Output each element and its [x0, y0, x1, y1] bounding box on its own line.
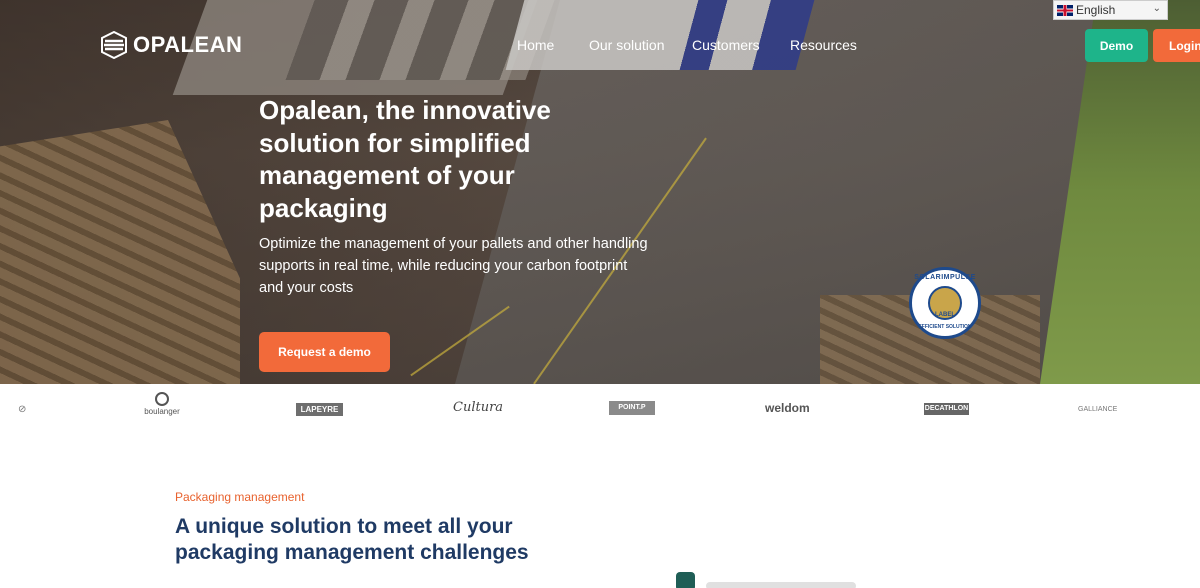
- language-select[interactable]: English ⌄: [1053, 0, 1168, 20]
- hero-subtitle: Optimize the management of your pallets …: [259, 236, 648, 296]
- badge-top-text: SOLARIMPULSE: [914, 274, 976, 281]
- chevron-down-icon: ⌄: [1152, 3, 1161, 14]
- client-logo-lapeyre: LAPEYRE: [296, 403, 343, 416]
- app-preview-bar: [706, 582, 856, 588]
- client-logo-pointp: POINT.P: [609, 401, 655, 415]
- client-logo-icon: ⊘: [18, 404, 27, 415]
- hero-banner: OPALEAN Home Our solution Customers Reso…: [0, 0, 1200, 384]
- nav-item-our-solution[interactable]: Our solution: [589, 37, 664, 53]
- client-logo-weldom: weldom: [765, 401, 810, 415]
- client-logo-boulanger: boulanger: [141, 392, 183, 416]
- solar-impulse-label-badge: SOLARIMPULSE LABEL EFFICIENT SOLUTION: [909, 267, 981, 339]
- app-preview-icon: [676, 572, 695, 588]
- nav-item-resources[interactable]: Resources: [790, 37, 857, 53]
- hero-title: Opalean, the innovative solution for sim…: [259, 95, 551, 223]
- client-logo-galliance: GALLIANCE: [1078, 406, 1118, 413]
- language-selected-label: English: [1076, 3, 1116, 17]
- demo-button[interactable]: Demo: [1085, 29, 1148, 62]
- brand-name: OPALEAN: [133, 32, 243, 57]
- badge-bottom-text: EFFICIENT SOLUTION: [918, 324, 972, 330]
- client-logo-decathlon: DECATHLON: [924, 403, 969, 415]
- section-title: A unique solution to meet all your packa…: [175, 515, 529, 564]
- nav-item-customers[interactable]: Customers: [692, 37, 760, 53]
- nav-item-home[interactable]: Home: [517, 37, 554, 53]
- hero-background-pallets: [0, 120, 240, 384]
- uk-flag-icon: [1057, 4, 1073, 16]
- boulanger-logo-icon: [155, 392, 169, 406]
- client-logo-cultura: Cultura: [453, 400, 504, 415]
- opalean-logo[interactable]: OPALEAN: [101, 30, 242, 60]
- request-demo-button[interactable]: Request a demo: [259, 332, 390, 372]
- client-name: boulanger: [144, 407, 180, 416]
- section-eyebrow: Packaging management: [175, 490, 305, 504]
- login-button[interactable]: Login: [1153, 29, 1200, 62]
- hero-background-trucks: [505, 0, 815, 70]
- client-logo-strip: ⊘ boulanger LAPEYRE Cultura POINT.P weld…: [0, 384, 1200, 436]
- badge-center-text: LABEL: [935, 312, 955, 318]
- opalean-logo-icon: [101, 30, 127, 60]
